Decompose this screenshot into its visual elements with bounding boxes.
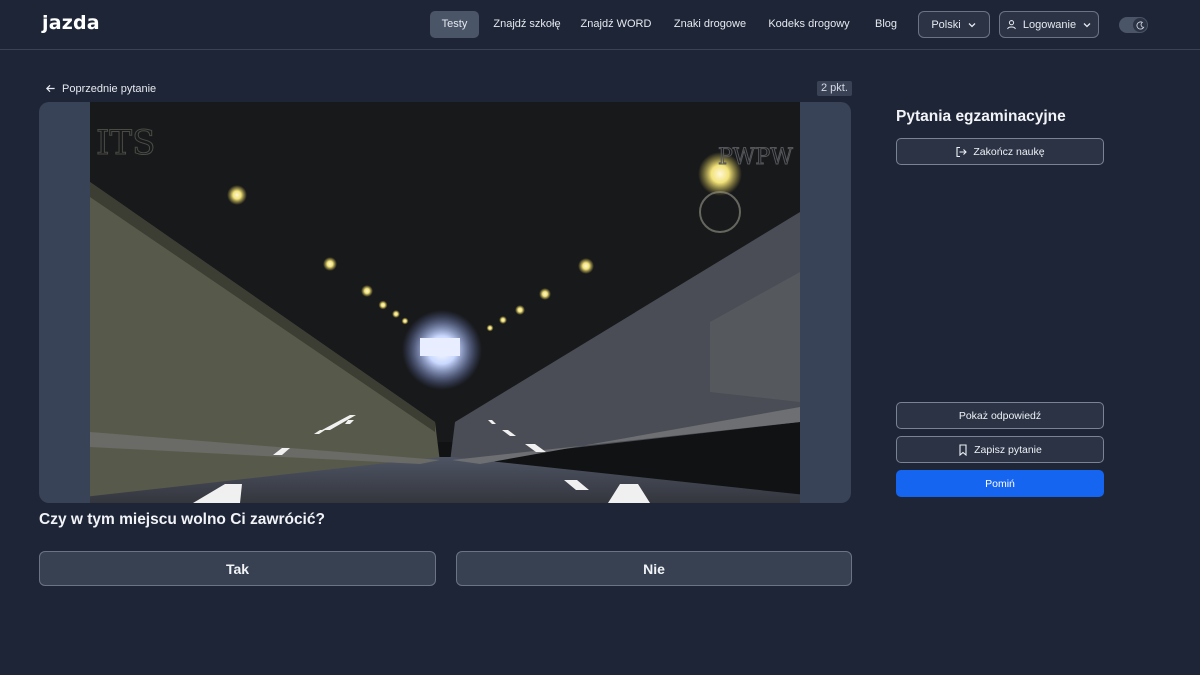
brand-logo[interactable]: jazda xyxy=(42,12,100,34)
chevron-down-icon xyxy=(968,22,976,27)
its-watermark: ITS xyxy=(96,123,155,163)
top-navbar: jazda Testy Znajdź szkołę Znajdź WORD Zn… xyxy=(0,0,1200,50)
question-media: ITS PWPW xyxy=(39,102,851,503)
theme-toggle-knob xyxy=(1133,18,1147,32)
user-icon xyxy=(1007,20,1016,30)
tunnel-road-image: ITS PWPW xyxy=(90,102,800,503)
language-dropdown[interactable]: Polski xyxy=(918,11,990,38)
theme-toggle[interactable] xyxy=(1119,17,1148,33)
skip-label: Pomiń xyxy=(985,477,1015,490)
nav-item-kodeks-drogowy[interactable]: Kodeks drogowy xyxy=(763,11,855,38)
finish-learning-label: Zakończ naukę xyxy=(973,145,1045,158)
bookmark-icon xyxy=(959,443,967,456)
login-dropdown[interactable]: Logowanie xyxy=(999,11,1099,38)
nav-item-znajdz-word[interactable]: Znajdź WORD xyxy=(576,11,656,38)
nav-item-znajdz-szkole[interactable]: Znajdź szkołę xyxy=(486,11,568,38)
save-question-button[interactable]: Zapisz pytanie xyxy=(896,436,1104,463)
points-badge: 2 pkt. xyxy=(817,81,852,96)
skip-button[interactable]: Pomiń xyxy=(896,470,1104,497)
show-answer-label: Pokaż odpowiedź xyxy=(958,409,1042,422)
nav-item-testy[interactable]: Testy xyxy=(430,11,479,38)
panel-title: Pytania egzaminacyjne xyxy=(896,108,1066,125)
pwpw-watermark: PWPW xyxy=(718,145,793,170)
arrow-left-icon xyxy=(45,84,55,93)
previous-question-link[interactable]: Poprzednie pytanie xyxy=(45,81,156,96)
previous-question-label: Poprzednie pytanie xyxy=(62,82,157,95)
nav-item-znaki-drogowe[interactable]: Znaki drogowe xyxy=(666,11,754,38)
finish-learning-button[interactable]: Zakończ naukę xyxy=(896,138,1104,165)
save-question-label: Zapisz pytanie xyxy=(974,443,1042,456)
chevron-down-icon xyxy=(1083,22,1091,27)
answer-no-button[interactable]: Nie xyxy=(456,551,852,586)
logout-icon xyxy=(956,146,968,157)
nav-item-blog[interactable]: Blog xyxy=(866,11,906,38)
answer-yes-button[interactable]: Tak xyxy=(39,551,436,586)
show-answer-button[interactable]: Pokaż odpowiedź xyxy=(896,402,1104,429)
question-text: Czy w tym miejscu wolno Ci zawrócić? xyxy=(39,511,325,528)
language-label: Polski xyxy=(931,18,961,31)
moon-icon xyxy=(1135,20,1144,29)
login-label: Logowanie xyxy=(1022,18,1077,31)
